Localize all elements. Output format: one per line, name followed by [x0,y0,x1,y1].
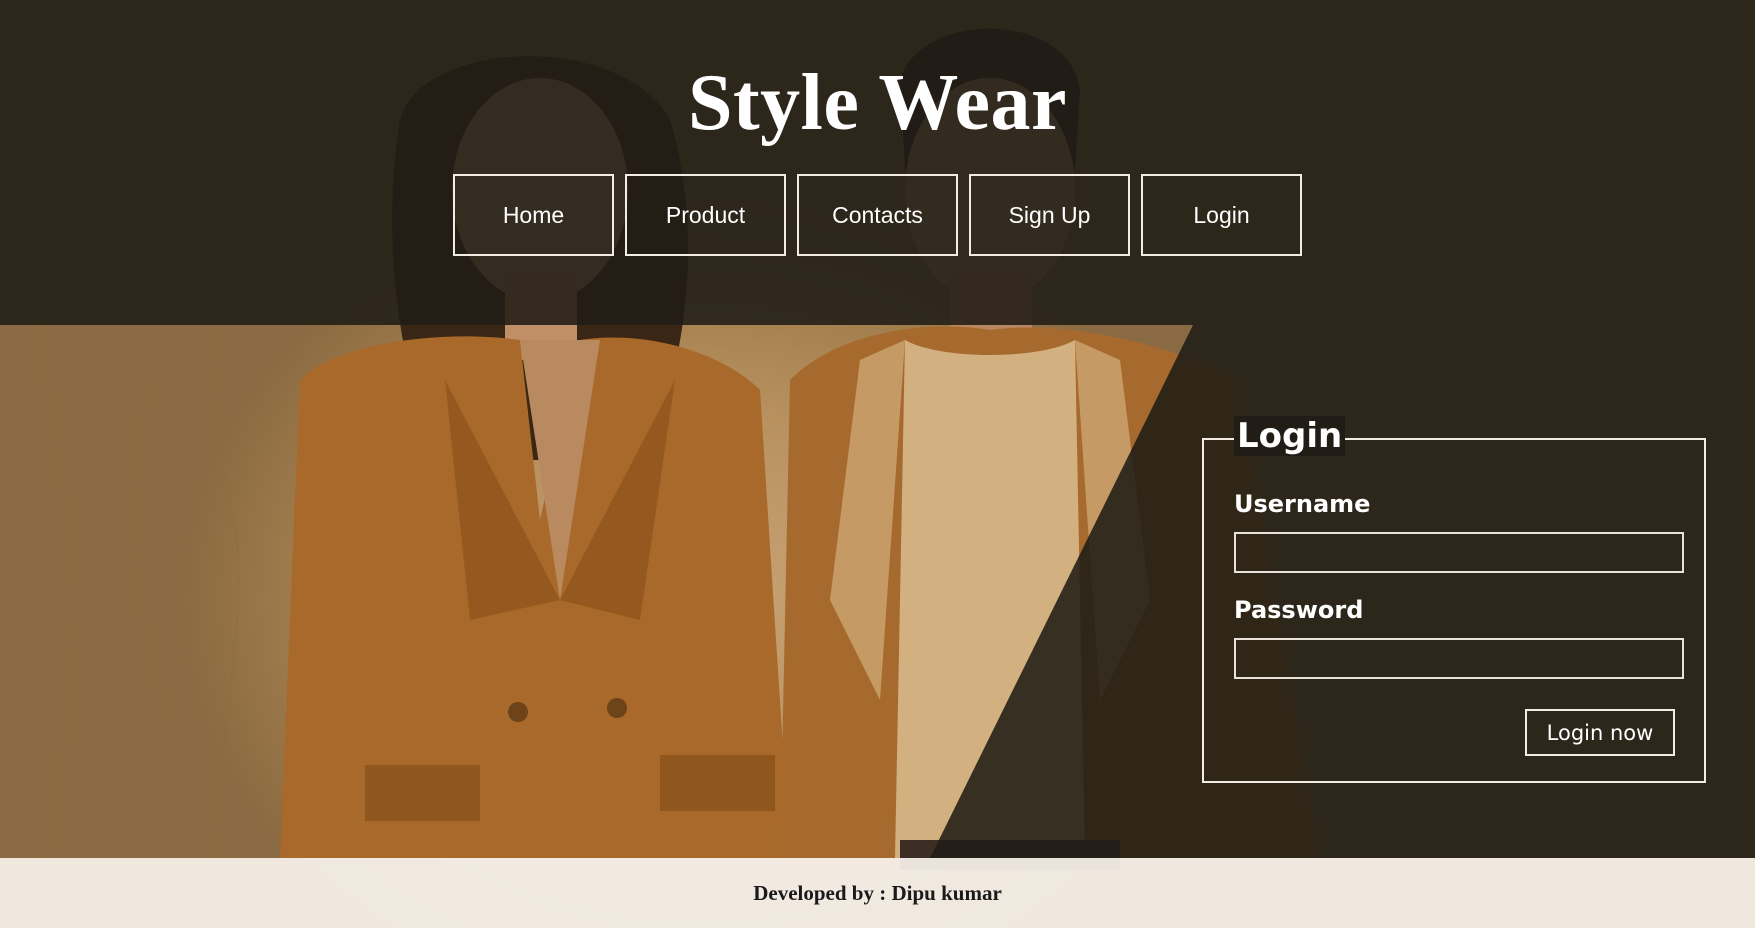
button-1 [508,702,528,722]
header-overlay [0,0,1755,325]
footer-credit: Developed by : Dipu kumar [753,880,1002,905]
footer: Developed by : Dipu kumar [0,858,1755,928]
button-2 [607,698,627,718]
nav-product-button[interactable]: Product [625,174,786,256]
username-input[interactable] [1234,532,1684,573]
nav-home-button[interactable]: Home [453,174,614,256]
woman-pocket-right [660,755,775,811]
password-label: Password [1234,596,1364,624]
login-legend: Login [1234,416,1346,456]
woman-pocket-left [365,765,480,821]
site-title: Style Wear [687,59,1068,147]
main-nav: Home Product Contacts Sign Up Login [453,174,1302,256]
login-now-button[interactable]: Login now [1525,709,1675,756]
nav-login-button[interactable]: Login [1141,174,1302,256]
nav-contacts-button[interactable]: Contacts [797,174,958,256]
password-input[interactable] [1234,638,1684,679]
login-form: Login Username Password Login now [1202,416,1706,783]
nav-signup-button[interactable]: Sign Up [969,174,1130,256]
username-label: Username [1234,490,1371,518]
